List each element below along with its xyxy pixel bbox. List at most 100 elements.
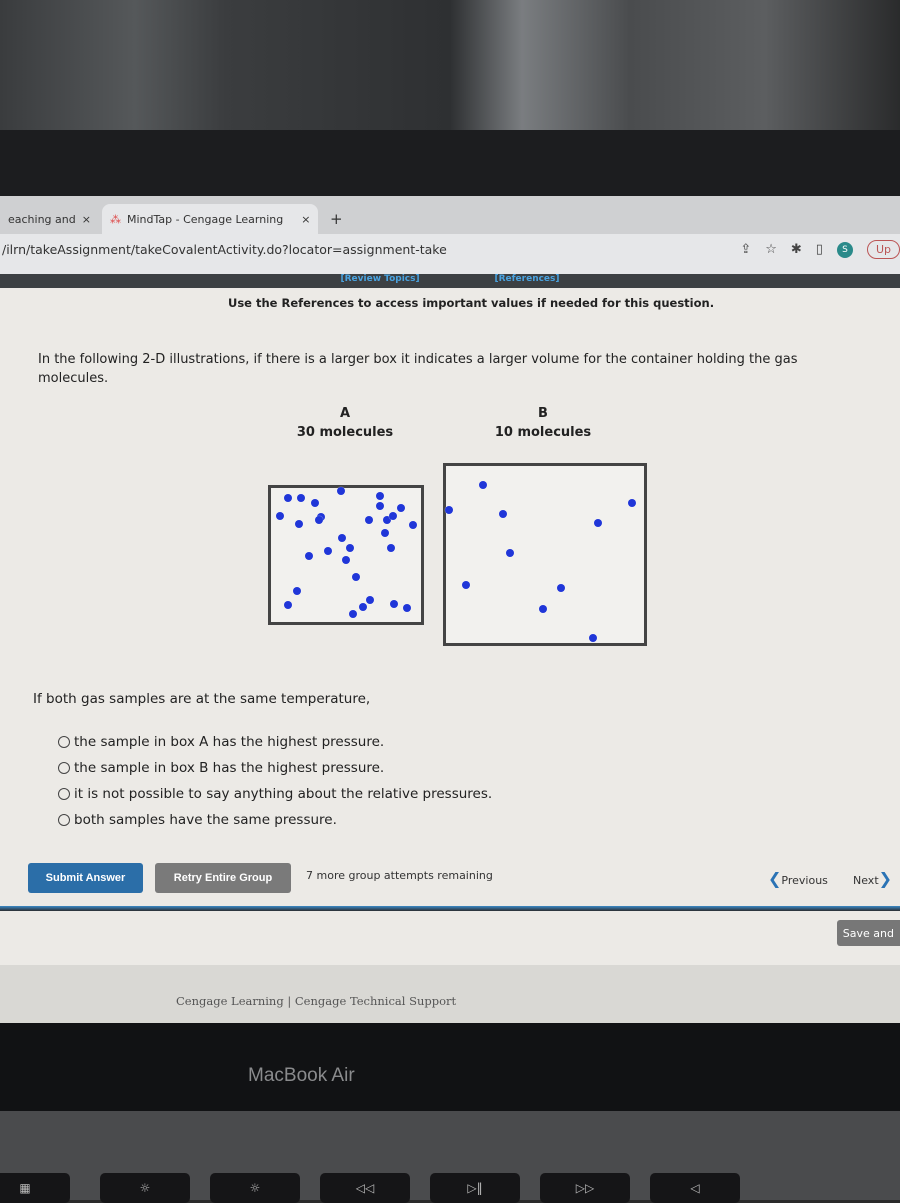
new-tab-button[interactable]: + — [322, 204, 351, 234]
molecule — [311, 499, 319, 507]
radio-button[interactable] — [58, 788, 70, 800]
radio-button[interactable] — [58, 736, 70, 748]
close-icon[interactable]: × — [301, 213, 310, 226]
url-input[interactable]: /ilrn/takeAssignment/takeCovalentActivit… — [2, 242, 447, 257]
key-fast-forward: ▷▷ — [540, 1173, 630, 1203]
molecule — [376, 502, 384, 510]
molecule — [352, 573, 360, 581]
attempts-remaining: 7 more group attempts remaining — [306, 869, 493, 882]
laptop-bezel: MacBook Air — [0, 1023, 900, 1111]
radio-button[interactable] — [58, 762, 70, 774]
key-brightness-up: ☼ — [210, 1173, 300, 1203]
review-topics-link[interactable]: [Review Topics] — [340, 274, 419, 284]
question-text: In the following 2-D illustrations, if t… — [38, 352, 798, 386]
question-prompt: If both gas samples are at the same temp… — [33, 691, 371, 707]
molecule — [479, 481, 487, 489]
save-button[interactable]: Save and — [836, 920, 900, 946]
molecule — [506, 549, 514, 557]
retry-group-button[interactable]: Retry Entire Group — [155, 863, 291, 893]
question-content: Use the References to access important v… — [0, 288, 900, 965]
option-box-a[interactable]: the sample in box A has the highest pres… — [58, 734, 384, 750]
references-link[interactable]: [References] — [494, 274, 559, 284]
molecule — [389, 512, 397, 520]
molecule — [381, 529, 389, 537]
molecule — [390, 600, 398, 608]
molecule — [324, 547, 332, 555]
molecule — [284, 601, 292, 609]
tab-mindtap[interactable]: ⁂ MindTap - Cengage Learning × — [102, 204, 319, 234]
chevron-left-icon: ❮ — [768, 869, 782, 888]
star-icon[interactable]: ☆ — [765, 242, 777, 257]
molecule — [342, 556, 350, 564]
molecule — [337, 487, 345, 495]
box-a — [268, 485, 424, 625]
extensions-icon[interactable]: ✱ — [791, 242, 802, 257]
molecule — [445, 506, 453, 514]
box-a-count: 30 molecules — [296, 425, 394, 440]
tab-label: eaching and — [8, 212, 76, 226]
background-room — [0, 0, 900, 135]
molecule — [409, 521, 417, 529]
molecule — [315, 516, 323, 524]
tab-label: MindTap - Cengage Learning — [127, 212, 284, 226]
option-label: it is not possible to say anything about… — [74, 786, 493, 802]
address-bar: /ilrn/takeAssignment/takeCovalentActivit… — [0, 234, 900, 274]
divider — [0, 906, 900, 911]
molecule — [365, 516, 373, 524]
next-label: Next — [853, 874, 879, 887]
molecule — [338, 534, 346, 542]
molecule — [594, 519, 602, 527]
mindtap-logo-icon: ⁂ — [110, 212, 121, 226]
box-b-count: 10 molecules — [494, 425, 592, 440]
molecule — [403, 604, 411, 612]
keyboard: ▦ ☼ ☼ ◁◁ ▷‖ ▷▷ ◁ — [0, 1111, 900, 1203]
molecule — [628, 499, 636, 507]
previous-label: Previous — [781, 874, 828, 887]
key-play-pause: ▷‖ — [430, 1173, 520, 1203]
box-b — [443, 463, 647, 646]
molecule — [305, 552, 313, 560]
key-brightness-down: ☼ — [100, 1173, 190, 1203]
reference-note: Use the References to access important v… — [228, 296, 715, 310]
molecule — [349, 610, 357, 618]
molecule — [387, 544, 395, 552]
box-a-label: A — [339, 406, 351, 421]
footer-links[interactable]: Cengage Learning | Cengage Technical Sup… — [176, 994, 456, 1008]
molecule — [359, 603, 367, 611]
previous-button[interactable]: ❮Previous — [768, 869, 828, 888]
molecule — [295, 520, 303, 528]
key-mission-control: ▦ — [0, 1173, 70, 1203]
option-label: both samples have the same pressure. — [74, 812, 337, 828]
molecule — [462, 581, 470, 589]
avatar[interactable]: S — [836, 241, 853, 258]
option-same-pressure[interactable]: both samples have the same pressure. — [58, 812, 337, 828]
molecule — [297, 494, 305, 502]
update-button[interactable]: Up — [866, 240, 900, 259]
key-mute: ◁ — [650, 1173, 740, 1203]
browser-tab-bar: eaching and × ⁂ MindTap - Cengage Learni… — [0, 196, 900, 234]
key-rewind: ◁◁ — [320, 1173, 410, 1203]
option-not-possible[interactable]: it is not possible to say anything about… — [58, 786, 492, 802]
molecule — [366, 596, 374, 604]
question-nav: [Review Topics] [References] — [0, 274, 900, 288]
close-icon[interactable]: × — [82, 213, 91, 226]
submit-answer-button[interactable]: Submit Answer — [28, 863, 143, 893]
share-icon[interactable]: ⇪ — [740, 242, 751, 257]
option-box-b[interactable]: the sample in box B has the highest pres… — [58, 760, 384, 776]
molecule — [376, 492, 384, 500]
molecule — [499, 510, 507, 518]
tab-teaching[interactable]: eaching and × — [0, 204, 99, 234]
sidepanel-icon[interactable]: ▯ — [816, 242, 823, 257]
screen-bezel — [0, 130, 900, 196]
device-label: MacBook Air — [248, 1065, 355, 1086]
option-label: the sample in box A has the highest pres… — [74, 734, 385, 750]
molecule — [276, 512, 284, 520]
radio-button[interactable] — [58, 814, 70, 826]
molecule — [397, 504, 405, 512]
molecule — [284, 494, 292, 502]
molecule — [293, 587, 301, 595]
option-label: the sample in box B has the highest pres… — [74, 760, 385, 776]
next-button[interactable]: Next❯ — [853, 869, 892, 888]
chevron-right-icon: ❯ — [878, 869, 893, 888]
molecule — [539, 605, 547, 613]
